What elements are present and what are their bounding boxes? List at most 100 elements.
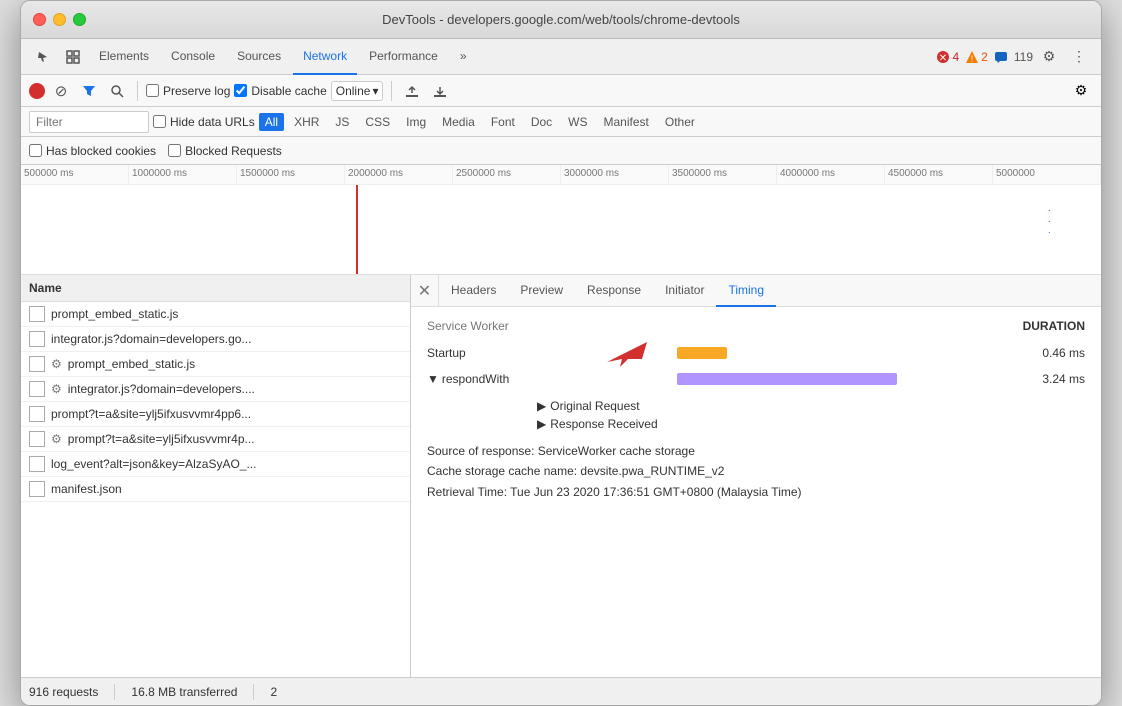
respondwith-label: ▼ respondWith (427, 372, 537, 386)
file-icon (29, 356, 45, 372)
warn-badge[interactable]: ! 2 (965, 50, 988, 64)
blocked-requests-checkbox[interactable] (168, 144, 181, 157)
filter-type-other[interactable]: Other (659, 113, 701, 131)
name-column-header: Name (21, 275, 410, 302)
throttle-select[interactable]: Online ▾ (331, 81, 384, 101)
hide-data-urls-label[interactable]: Hide data URLs (153, 115, 255, 129)
filter-type-ws[interactable]: WS (562, 113, 593, 131)
timing-text-block: Source of response: ServiceWorker cache … (427, 441, 1085, 502)
tab-elements[interactable]: Elements (89, 39, 159, 75)
tab-console[interactable]: Console (161, 39, 225, 75)
gear-icon: ⚙ (51, 432, 62, 446)
tab-sources[interactable]: Sources (227, 39, 291, 75)
disable-cache-label[interactable]: Disable cache (234, 84, 326, 98)
list-item[interactable]: manifest.json (21, 477, 410, 502)
requests-count: 916 requests (29, 685, 98, 699)
upload-icon[interactable] (400, 79, 424, 103)
list-item[interactable]: ⚙ integrator.js?domain=developers.... (21, 377, 410, 402)
timing-panel: Service Worker DURATION Startup 0.46 ms (411, 307, 1101, 677)
maximize-button[interactable] (73, 13, 86, 26)
clear-button[interactable]: ⊘ (49, 79, 73, 103)
minimize-button[interactable] (53, 13, 66, 26)
blocked-requests-label[interactable]: Blocked Requests (168, 144, 282, 158)
tab-headers[interactable]: Headers (439, 275, 508, 307)
respondwith-value: 3.24 ms (1015, 372, 1085, 386)
tick-7: 4000000 ms (777, 165, 885, 184)
title-bar: DevTools - developers.google.com/web/too… (21, 1, 1101, 39)
cache-storage-line: Cache storage cache name: devsite.pwa_RU… (427, 461, 1085, 481)
expand-right-icon: ▶ (537, 399, 546, 413)
search-icon[interactable] (105, 79, 129, 103)
settings-icon[interactable]: ⚙ (1035, 43, 1063, 71)
hide-data-urls-checkbox[interactable] (153, 115, 166, 128)
error-badge[interactable]: ✕ 4 (936, 50, 959, 64)
chevron-down-icon: ▾ (372, 84, 378, 98)
filter-type-media[interactable]: Media (436, 113, 481, 131)
row-name: prompt_embed_static.js (51, 307, 402, 321)
respondwith-bar (677, 373, 897, 385)
filter-input[interactable] (29, 111, 149, 133)
row-name: integrator.js?domain=developers.go... (51, 332, 402, 346)
preserve-log-label[interactable]: Preserve log (146, 84, 230, 98)
list-item[interactable]: ⚙ prompt?t=a&site=ylj5ifxusvvmr4p... (21, 427, 410, 452)
list-item[interactable]: log_event?alt=json&key=AlzaSyAO_... (21, 452, 410, 477)
blocked-row: Has blocked cookies Blocked Requests (21, 137, 1101, 165)
badges: ✕ 4 ! 2 119 (936, 50, 1033, 64)
has-blocked-cookies-checkbox[interactable] (29, 144, 42, 157)
record-button[interactable] (29, 83, 45, 99)
file-icon (29, 456, 45, 472)
filter-type-img[interactable]: Img (400, 113, 432, 131)
startup-bar-area (547, 345, 1005, 361)
list-item[interactable]: prompt?t=a&site=ylj5ifxusvvmr4pp6... (21, 402, 410, 427)
original-request-row[interactable]: ▶ Original Request (537, 397, 1085, 415)
list-item[interactable]: integrator.js?domain=developers.go... (21, 327, 410, 352)
filter-type-doc[interactable]: Doc (525, 113, 558, 131)
network-settings-icon[interactable]: ⚙ (1069, 79, 1093, 103)
preserve-log-checkbox[interactable] (146, 84, 159, 97)
extra-count: 2 (270, 685, 277, 699)
file-icon (29, 381, 45, 397)
filter-type-js[interactable]: JS (329, 113, 355, 131)
expand-icon[interactable]: ▼ (427, 372, 439, 386)
list-item[interactable]: prompt_embed_static.js (21, 302, 410, 327)
inspect-icon[interactable] (59, 43, 87, 71)
close-button[interactable] (33, 13, 46, 26)
detail-tabs-bar: ✕ Headers Preview Response Initiator Tim… (411, 275, 1101, 307)
startup-value: 0.46 ms (1015, 346, 1085, 360)
expand-right-icon: ▶ (537, 417, 546, 431)
svg-text:!: ! (971, 54, 974, 64)
tab-initiator[interactable]: Initiator (653, 275, 716, 307)
has-blocked-cookies-label[interactable]: Has blocked cookies (29, 144, 156, 158)
respondwith-bar-area (547, 371, 1005, 387)
response-received-row[interactable]: ▶ Response Received (537, 415, 1085, 433)
gear-icon: ⚙ (51, 382, 62, 396)
topnav: Elements Console Sources Network Perform… (21, 39, 1101, 75)
more-options-icon[interactable]: ⋮ (1065, 43, 1093, 71)
tab-response[interactable]: Response (575, 275, 653, 307)
timeline-waterfall: ··· (1048, 205, 1051, 238)
filter-icon[interactable] (77, 79, 101, 103)
tab-preview[interactable]: Preview (508, 275, 575, 307)
divider (137, 81, 138, 101)
filter-type-css[interactable]: CSS (359, 113, 396, 131)
service-worker-label: Service Worker DURATION (427, 319, 1085, 333)
status-divider (114, 684, 115, 700)
tab-performance[interactable]: Performance (359, 39, 448, 75)
divider-2 (391, 81, 392, 101)
file-icon (29, 406, 45, 422)
tick-5: 3000000 ms (561, 165, 669, 184)
list-item[interactable]: ⚙ prompt_embed_static.js (21, 352, 410, 377)
download-icon[interactable] (428, 79, 452, 103)
filter-type-all[interactable]: All (259, 113, 284, 131)
close-detail-button[interactable]: ✕ (411, 275, 439, 307)
tab-more[interactable]: » (450, 39, 477, 75)
tab-timing[interactable]: Timing (716, 275, 776, 307)
filter-type-xhr[interactable]: XHR (288, 113, 325, 131)
cursor-icon[interactable] (29, 43, 57, 71)
tick-1: 1000000 ms (129, 165, 237, 184)
tab-network[interactable]: Network (293, 39, 357, 75)
disable-cache-checkbox[interactable] (234, 84, 247, 97)
filter-row: Hide data URLs All XHR JS CSS Img Media … (21, 107, 1101, 137)
filter-type-font[interactable]: Font (485, 113, 521, 131)
filter-type-manifest[interactable]: Manifest (598, 113, 655, 131)
